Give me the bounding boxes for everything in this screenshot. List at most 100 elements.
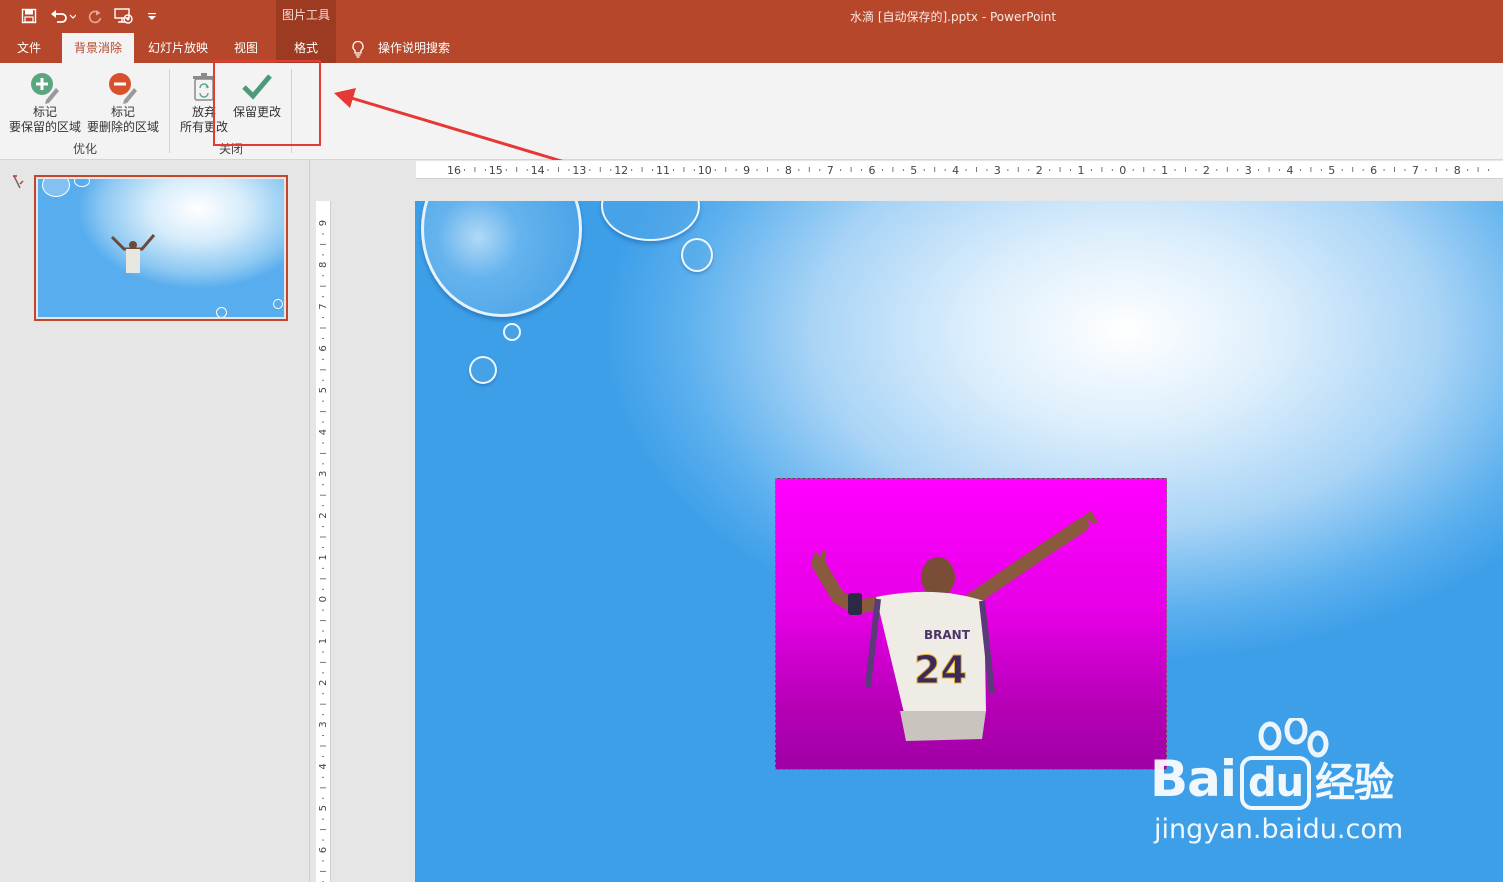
slide-number-marker (12, 175, 24, 192)
mark-areas-to-keep-button[interactable]: 标记 要保留的区域 (6, 69, 84, 135)
horizontal-ruler-ticks: 16 15 14 13 12 11 10 9 8 7 6 5 4 3 2 1 0 1 2 3 4 5 6 7 8 (447, 164, 1490, 177)
ruler-tick-mark (840, 169, 842, 171)
tab-view[interactable]: 视图 (222, 33, 270, 63)
ruler-tick-mark (892, 167, 894, 172)
tab-background-removal[interactable]: 背景消除 (62, 33, 134, 63)
ruler-tick-mark (322, 526, 324, 528)
mark-keep-icon (6, 69, 84, 105)
ruler-tick-mark (322, 337, 324, 339)
ruler-tick-mark (484, 169, 486, 171)
ruler-tick-mark (1007, 169, 1009, 171)
ruler-tick-mark (1049, 169, 1051, 171)
jersey-name-text: BRANT (924, 628, 971, 642)
ruler-tick-mark (1477, 167, 1479, 172)
watermark-brand-text: Bai du 经验 (1150, 750, 1394, 810)
ruler-tick-mark (322, 630, 324, 632)
ruler-tick-mark (610, 169, 612, 171)
window-title: 水滴 [自动保存的].pptx - PowerPoint (850, 10, 1057, 24)
tab-format[interactable]: 格式 (276, 33, 336, 63)
ruler-tick-mark (322, 714, 324, 716)
ruler-tick-mark (322, 776, 324, 778)
ruler-tick-mark (777, 169, 779, 171)
ruler-tick-mark (322, 254, 324, 256)
tab-file[interactable]: 文件 (6, 33, 52, 63)
save-icon[interactable] (18, 6, 40, 26)
title-bar: 图片工具 水滴 [自动保存的].pptx - PowerPoint (0, 0, 1503, 33)
ruler-tick-mark (322, 755, 324, 757)
ruler-tick-label: 4 (1287, 164, 1294, 177)
horizontal-ruler: 16 15 14 13 12 11 10 9 8 7 6 5 4 3 2 1 0 1 2 3 4 5 6 7 8 (416, 161, 1503, 179)
ruler-tick-label: 13 (572, 164, 586, 177)
ruler-tick-mark (320, 870, 326, 872)
ruler-tick-label: 6 (318, 345, 329, 351)
mark-keep-label-1: 标记 (32, 105, 57, 119)
tell-me-search[interactable]: 操作说明搜索 (372, 33, 456, 63)
ruler-tick-label: 10 (698, 164, 712, 177)
ruler-tick-mark (861, 169, 863, 171)
ruler-tick-label: 3 (1245, 164, 1252, 177)
background-removal-picture[interactable]: BRANT 24 (775, 478, 1167, 770)
ruler-tick-mark (558, 167, 559, 172)
ruler-tick-mark (1028, 169, 1030, 171)
ruler-tick-label: 1 (318, 638, 329, 644)
ruler-tick-mark (1341, 169, 1343, 171)
tab-slideshow[interactable]: 幻灯片放映 (140, 33, 216, 63)
present-from-start-icon[interactable] (112, 6, 136, 26)
ruler-tick-mark (631, 169, 633, 171)
ruler-tick-mark (1216, 169, 1218, 171)
ruler-tick-mark (320, 661, 326, 663)
ruler-tick-mark (322, 860, 324, 862)
ruler-tick-mark (986, 169, 988, 171)
ruler-tick-label: 0 (1119, 164, 1126, 177)
ruler-tick-mark (320, 494, 326, 496)
ruler-tick-mark (322, 567, 324, 569)
ruler-tick-mark (526, 169, 528, 171)
group-label-refine: 优化 (73, 142, 98, 156)
ruler-tick-mark (547, 169, 549, 171)
ruler-tick-mark (320, 703, 326, 705)
mark-areas-to-remove-button[interactable]: 标记 要删除的区域 (84, 69, 162, 135)
ruler-tick-mark (599, 167, 601, 172)
undo-icon[interactable] (48, 6, 78, 26)
ruler-tick-mark (1446, 169, 1448, 171)
ruler-tick-mark (965, 169, 967, 171)
ruler-tick-label: 12 (614, 164, 628, 177)
ruler-tick-label: 8 (318, 262, 329, 268)
ruler-tick-mark (322, 442, 324, 444)
ruler-tick-mark (944, 169, 946, 171)
ruler-tick-label: 7 (318, 303, 329, 309)
ruler-tick-label: 5 (318, 387, 329, 393)
ruler-tick-label: 11 (656, 164, 670, 177)
ruler-tick-label: 5 (910, 164, 917, 177)
watermark-brand-part1: Bai (1150, 750, 1237, 808)
redo-icon[interactable] (84, 6, 106, 26)
ruler-tick-label: 5 (318, 805, 329, 811)
ruler-tick-label: 3 (318, 471, 329, 477)
ruler-tick-mark (1310, 167, 1312, 172)
picture-tools-context-label: 图片工具 (276, 0, 336, 33)
ruler-tick-label: 3 (318, 721, 329, 727)
ruler-tick-mark (1090, 169, 1092, 171)
customize-qat-icon[interactable] (144, 6, 160, 26)
water-drop-medium (601, 201, 700, 241)
slide-thumbnail-pane (0, 160, 310, 882)
ruler-tick-mark (798, 169, 800, 171)
ruler-tick-mark (756, 169, 758, 171)
ruler-tick-mark (693, 169, 695, 171)
ruler-tick-mark (1258, 169, 1260, 171)
ruler-tick-mark (322, 839, 324, 841)
ruler-tick-label: 15 (489, 164, 503, 177)
vertical-ruler-ticks: 9 8 7 6 5 4 3 2 1 0 1 2 3 4 5 6 (318, 220, 329, 882)
ruler-tick-mark (1059, 167, 1061, 172)
slide-thumbnail-1[interactable] (34, 175, 288, 321)
baidu-jingyan-watermark: Bai du 经验 jingyan.baidu.com (1150, 715, 1430, 868)
ruler-tick-label: 2 (318, 680, 329, 686)
mark-remove-label-2: 要删除的区域 (86, 120, 159, 134)
ruler-tick-mark (322, 275, 324, 277)
ruler-tick-label: 4 (318, 429, 329, 435)
ruler-tick-label: 6 (318, 847, 329, 853)
ruler-tick-mark (1101, 167, 1103, 172)
mark-remove-icon (84, 69, 162, 105)
annotation-arrow (334, 88, 569, 165)
water-drop-small (469, 356, 497, 384)
